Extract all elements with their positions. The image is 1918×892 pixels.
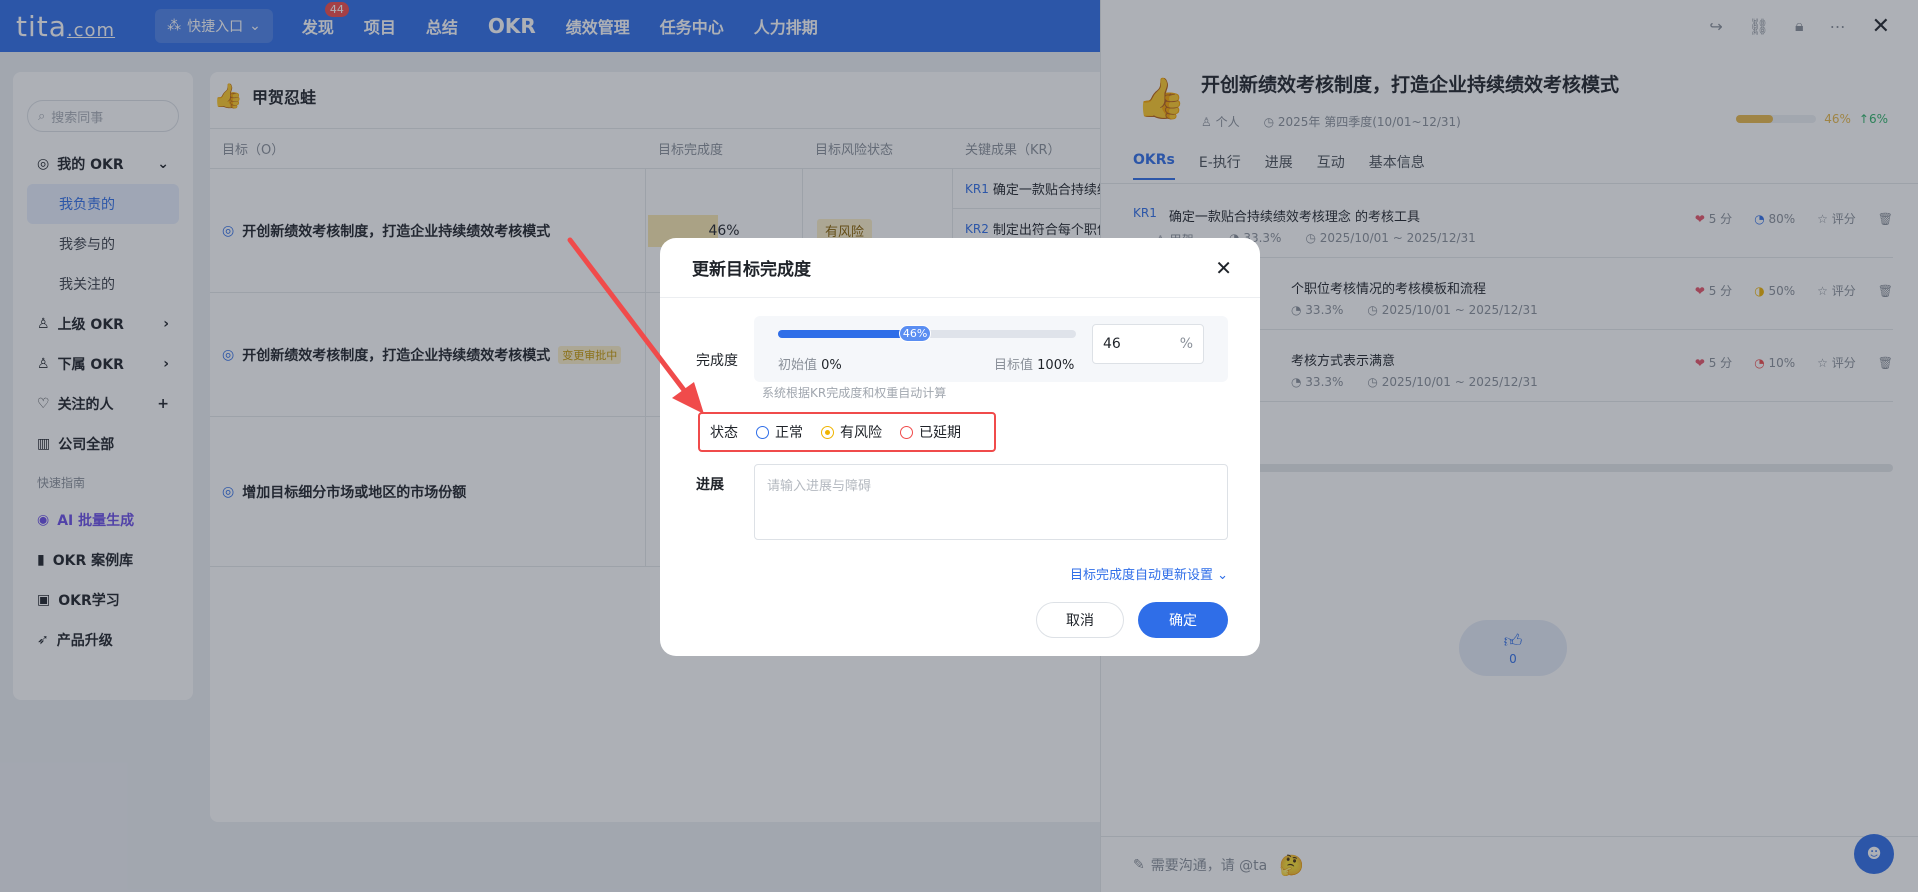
chevron-down-icon: ⌄: [1217, 568, 1228, 583]
auto-calc-hint: 系统根据KR完成度和权重自动计算: [762, 386, 947, 400]
status-radio-group: 状态 正常 有风险 已延期: [698, 412, 996, 452]
progress-note-label: 进展: [696, 477, 724, 493]
status-radio-at-risk[interactable]: 有风险: [821, 422, 882, 442]
progress-note-textarea[interactable]: 请输入进展与障碍: [754, 464, 1228, 540]
confirm-button[interactable]: 确定: [1138, 602, 1228, 638]
update-progress-modal: 更新目标完成度 ✕ 完成度 46% 初始值 0% 目标值 100% 46 % 系…: [660, 238, 1260, 656]
target-value: 目标值 100%: [994, 358, 1075, 373]
initial-value: 初始值 0%: [778, 358, 842, 373]
progress-number-input[interactable]: 46 %: [1092, 324, 1204, 364]
progress-fill: [778, 330, 916, 338]
cancel-button[interactable]: 取消: [1036, 602, 1124, 638]
progress-slider[interactable]: 46%: [778, 325, 1076, 342]
status-radio-normal[interactable]: 正常: [756, 422, 803, 442]
auto-update-setting-link[interactable]: 目标完成度自动更新设置 ⌄: [1070, 564, 1228, 583]
status-radio-delayed[interactable]: 已延期: [900, 422, 961, 442]
modal-title: 更新目标完成度: [692, 260, 811, 280]
slider-handle[interactable]: 46%: [899, 325, 932, 342]
close-icon[interactable]: ✕: [1215, 256, 1232, 280]
progress-box: 46% 初始值 0% 目标值 100% 46 %: [754, 316, 1228, 382]
progress-label: 完成度: [696, 353, 738, 369]
status-label: 状态: [710, 425, 738, 441]
